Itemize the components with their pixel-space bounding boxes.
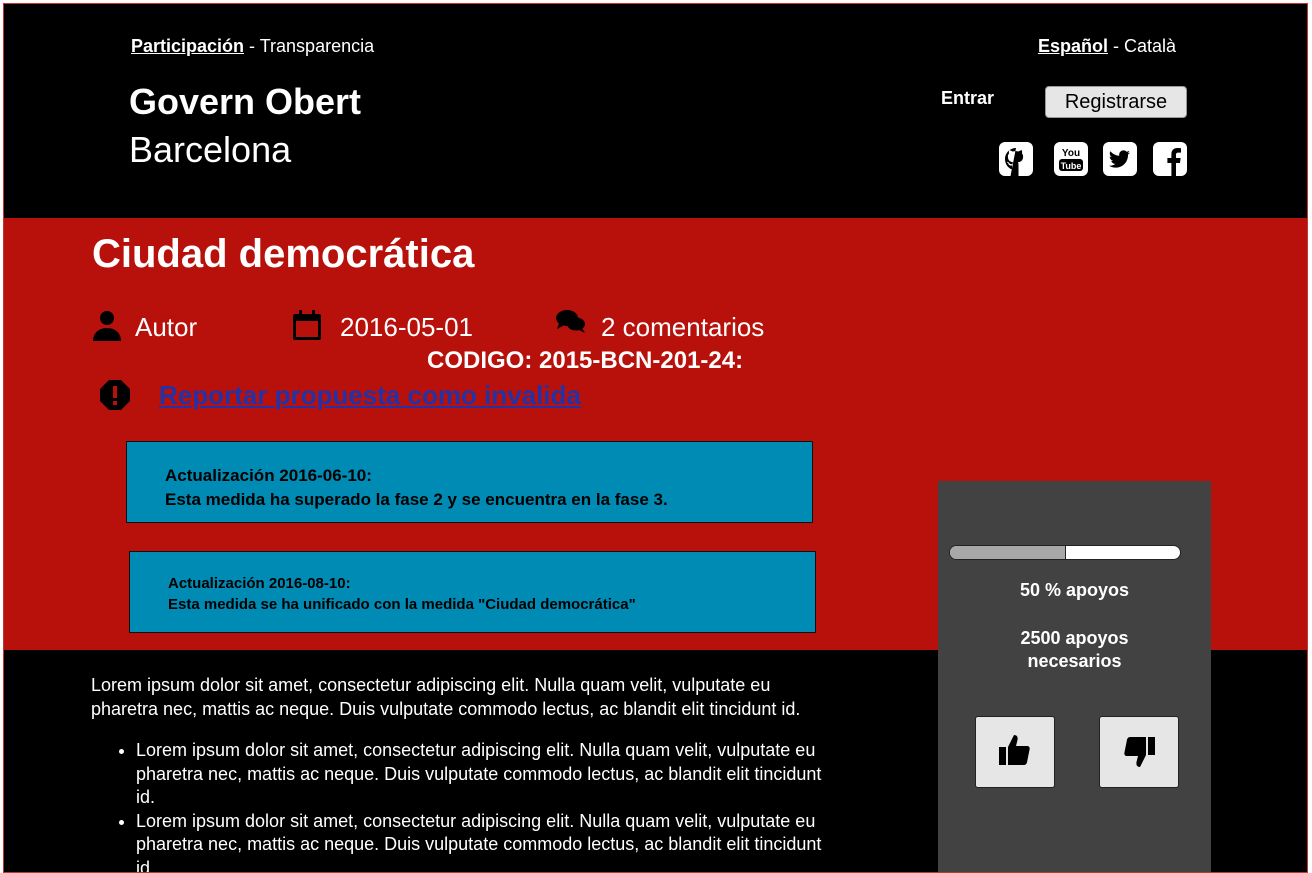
update-notice: Actualización 2016-08-10: Esta medida se…: [129, 551, 816, 633]
support-panel: 50 % apoyos 2500 apoyos necesarios: [938, 481, 1211, 872]
register-button[interactable]: Registrarse: [1045, 86, 1187, 118]
warning-icon: [99, 379, 131, 411]
update-notice: Actualización 2016-06-10: Esta medida ha…: [126, 441, 813, 523]
login-link[interactable]: Entrar: [941, 88, 994, 109]
nav-separator: -: [244, 36, 260, 56]
nav-participacion-link[interactable]: Participación: [131, 36, 244, 56]
comments-count-link[interactable]: 2 comentarios: [601, 312, 764, 343]
update-text: Esta medida ha superado la fase 2 y se e…: [165, 490, 668, 509]
update-heading: Actualización 2016-08-10:: [168, 575, 351, 592]
calendar-icon: [291, 309, 323, 341]
report-invalid-link[interactable]: Reportar propuesta como invalida: [159, 380, 581, 411]
github-icon[interactable]: [998, 141, 1034, 177]
lang-espanol-link[interactable]: Español: [1038, 36, 1108, 56]
lang-separator: -: [1107, 36, 1124, 56]
proposal-body: Lorem ipsum dolor sit amet, consectetur …: [91, 674, 831, 873]
body-list: Lorem ipsum dolor sit amet, consectetur …: [91, 739, 831, 873]
vote-down-button[interactable]: [1099, 716, 1179, 788]
proposal-code: CODIGO: 2015-BCN-201-24:: [427, 347, 744, 374]
site-title[interactable]: Govern Obert: [129, 81, 361, 123]
proposal-date: 2016-05-01: [340, 312, 473, 342]
twitter-icon[interactable]: [1102, 141, 1138, 177]
site-subtitle: Barcelona: [129, 129, 292, 170]
support-needed-line1: 2500 apoyos: [1020, 628, 1129, 648]
update-heading: Actualización 2016-06-10:: [165, 466, 372, 485]
proposal-title: Ciudad democrática: [92, 232, 475, 276]
svg-text:Tube: Tube: [1061, 161, 1082, 171]
section-nav: Participación - Transparencia: [131, 36, 374, 57]
youtube-icon[interactable]: You Tube: [1053, 141, 1089, 177]
list-item: Lorem ipsum dolor sit amet, consectetur …: [136, 810, 831, 873]
thumbs-up-icon: [999, 734, 1030, 765]
thumbs-down-icon: [1124, 736, 1155, 767]
support-percent: 50 % apoyos: [1019, 580, 1130, 600]
svg-text:You: You: [1062, 148, 1080, 159]
facebook-icon[interactable]: [1152, 141, 1188, 177]
lang-catala-link[interactable]: Català: [1124, 36, 1176, 56]
nav-transparencia-link[interactable]: Transparencia: [260, 36, 374, 56]
author-label[interactable]: Autor: [135, 312, 197, 343]
language-switcher: Español - Català: [1038, 36, 1176, 57]
support-progress-fill: [950, 546, 1066, 559]
page-frame: Participación - Transparencia Español - …: [3, 3, 1308, 873]
comments-icon: [555, 307, 587, 339]
list-item: Lorem ipsum dolor sit amet, consectetur …: [136, 739, 831, 810]
user-icon: [91, 309, 123, 341]
body-paragraph: Lorem ipsum dolor sit amet, consectetur …: [91, 675, 801, 719]
update-text: Esta medida se ha unificado con la medid…: [168, 596, 636, 613]
site-header: Participación - Transparencia Español - …: [4, 4, 1307, 218]
support-needed-line2: necesarios: [1027, 651, 1122, 671]
vote-up-button[interactable]: [975, 716, 1055, 788]
support-progress-bar: [949, 545, 1181, 560]
